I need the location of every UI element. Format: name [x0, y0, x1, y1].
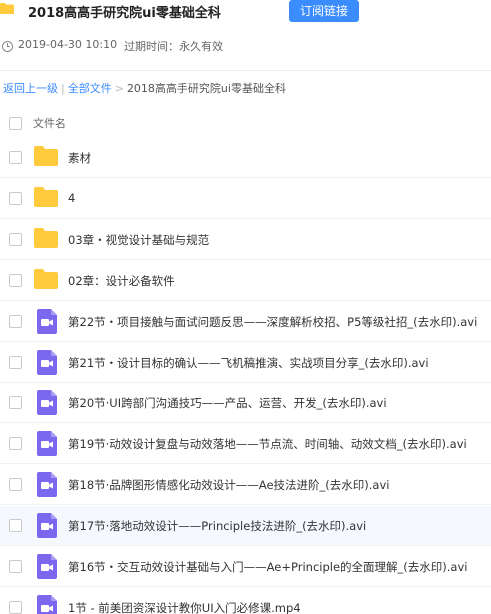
- folder-row[interactable]: 02章：设计必备软件: [0, 261, 491, 301]
- video-file-icon: [37, 594, 57, 614]
- file-row[interactable]: 第19节·动效设计复盘与动效落地——节点流、时间轴、动效文档_(去水印).avi: [0, 424, 491, 465]
- folder-icon: [34, 227, 58, 248]
- file-name-link[interactable]: 第20节·UI跨部门沟通技巧——产品、运营、开发_(去水印).avi: [68, 395, 387, 411]
- file-name-link[interactable]: 第17节·落地动效设计——Principle技法进阶_(去水印).avi: [68, 518, 366, 534]
- row-checkbox[interactable]: [9, 232, 22, 246]
- file-row[interactable]: 第20节·UI跨部门沟通技巧——产品、运营、开发_(去水印).avi: [0, 383, 491, 424]
- breadcrumb-chevron: >: [114, 82, 124, 95]
- row-checkbox[interactable]: [9, 519, 22, 533]
- folder-icon: [34, 186, 58, 207]
- share-header: 2018高高手研究院ui零基础全科 订阅链接: [0, 0, 491, 30]
- breadcrumb-current: 2018高高手研究院ui零基础全科: [126, 82, 286, 95]
- file-name-link[interactable]: 第19节·动效设计复盘与动效落地——节点流、时间轴、动效文档_(去水印).avi: [68, 436, 467, 452]
- row-checkbox[interactable]: [9, 478, 22, 492]
- share-date: 2019-04-30 10:10: [18, 38, 118, 51]
- row-checkbox[interactable]: [9, 355, 22, 369]
- row-checkbox[interactable]: [9, 151, 22, 164]
- video-file-icon: [37, 431, 57, 457]
- folder-row[interactable]: 03章・视觉设计基础与规范: [0, 220, 491, 260]
- subscribe-link-button[interactable]: 订阅链接: [289, 0, 359, 22]
- clock-icon: [2, 41, 13, 52]
- folder-row[interactable]: 4: [0, 179, 491, 219]
- video-file-icon: [37, 308, 57, 334]
- row-checkbox[interactable]: [9, 191, 22, 205]
- share-title: 2018高高手研究院ui零基础全科: [28, 6, 221, 21]
- divider: [0, 70, 491, 71]
- folder-icon: [0, 3, 14, 14]
- expire-time: 过期时间：永久有效: [124, 40, 223, 53]
- file-row[interactable]: 第21节・设计目标的确认——飞机稿推演、实战项目分享_(去水印).avi: [0, 343, 491, 383]
- file-name-link[interactable]: 第18节·品牌图形情感化动效设计——Ae技法进阶_(去水印).avi: [68, 477, 389, 493]
- video-file-icon: [37, 513, 57, 539]
- file-name-link[interactable]: 4: [68, 191, 75, 205]
- file-list-header: 文件名: [0, 112, 491, 136]
- row-checkbox[interactable]: [9, 396, 22, 410]
- folder-row[interactable]: 素材: [0, 138, 491, 178]
- file-name-link[interactable]: 第22节・项目接触与面试问题反思——深度解析校招、P5等级社招_(去水印).av…: [68, 314, 477, 330]
- file-name-link[interactable]: 第16节・交互动效设计基础与入门——Ae+Principle的全面理解_(去水印…: [68, 559, 467, 575]
- select-all-checkbox[interactable]: [9, 117, 22, 130]
- file-name-link[interactable]: 素材: [68, 150, 91, 166]
- row-checkbox[interactable]: [9, 560, 22, 573]
- file-row[interactable]: 第17节·落地动效设计——Principle技法进阶_(去水印).avi: [0, 506, 491, 547]
- row-checkbox[interactable]: [9, 600, 22, 614]
- folder-icon: [34, 268, 58, 289]
- row-checkbox[interactable]: [9, 314, 22, 328]
- file-name-link[interactable]: 第21节・设计目标的确认——飞机稿推演、实战项目分享_(去水印).avi: [68, 355, 429, 371]
- file-name-link[interactable]: 02章：设计必备软件: [68, 273, 175, 289]
- row-checkbox[interactable]: [9, 437, 22, 451]
- file-name-link[interactable]: 03章・视觉设计基础与规范: [68, 232, 209, 248]
- video-file-icon: [37, 554, 57, 579]
- back-link[interactable]: 返回上一级: [3, 82, 58, 95]
- column-filename: 文件名: [33, 117, 66, 130]
- video-file-icon: [37, 349, 57, 375]
- file-row[interactable]: 第22节・项目接触与面试问题反思——深度解析校招、P5等级社招_(去水印).av…: [0, 302, 491, 342]
- video-file-icon: [37, 390, 57, 416]
- file-row[interactable]: 第18节·品牌图形情感化动效设计——Ae技法进阶_(去水印).avi: [0, 465, 491, 506]
- folder-icon: [34, 146, 58, 166]
- all-files-link[interactable]: 全部文件: [68, 82, 112, 95]
- breadcrumb-separator: |: [61, 82, 65, 95]
- video-file-icon: [37, 472, 57, 498]
- file-row[interactable]: 1节 - 前美团资深设计教你UI入门必修课.mp4: [0, 588, 491, 614]
- file-name-link[interactable]: 1节 - 前美团资深设计教你UI入门必修课.mp4: [68, 600, 301, 614]
- row-checkbox[interactable]: [9, 273, 22, 287]
- breadcrumb: 返回上一级 | 全部文件 >2018高高手研究院ui零基础全科: [3, 80, 286, 96]
- file-row[interactable]: 第16节・交互动效设计基础与入门——Ae+Principle的全面理解_(去水印…: [0, 547, 491, 587]
